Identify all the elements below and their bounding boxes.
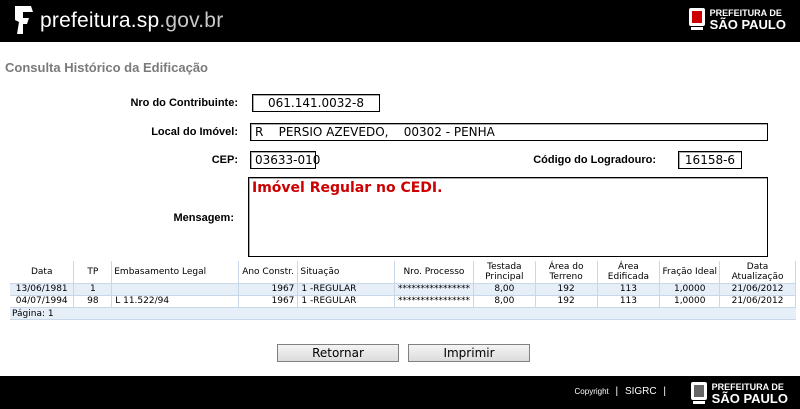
table-row: 04/07/1994 98 L 11.522/94 1967 1 -REGULA…	[10, 295, 796, 308]
col-header-area-terreno: Área do Terreno	[535, 261, 598, 284]
site-name-tld: .gov.br	[159, 9, 224, 32]
prefeitura-hand-logo-icon[interactable]	[11, 4, 37, 39]
mensagem-text: Imóvel Regular no CEDI.	[252, 180, 443, 196]
coat-of-arms-icon	[688, 8, 705, 30]
prefeitura-sp-logo[interactable]: PREFEITURA DE SÃO PAULO	[688, 6, 786, 32]
cell-tp: 98	[73, 295, 113, 308]
cell-area-edificada: 113	[597, 295, 661, 308]
cell-data-atualizacao: 21/06/2012	[719, 295, 796, 308]
cell-testada: 8,00	[473, 283, 536, 296]
imprimir-button[interactable]: Imprimir	[408, 344, 530, 362]
cell-area-terreno: 192	[535, 295, 598, 308]
footer-separator: |	[663, 386, 666, 397]
cell-data: 04/07/1994	[10, 295, 75, 308]
sigrc-link[interactable]: SIGRC	[625, 386, 657, 397]
contribuinte-field[interactable]: 061.141.0032-8	[252, 94, 380, 112]
cell-ano-constr: 1967	[238, 283, 299, 296]
coat-of-arms-icon	[690, 382, 707, 404]
footer-logo-line2: SÃO PAULO	[711, 391, 788, 406]
page-title: Consulta Histórico da Edificação	[5, 60, 208, 75]
local-imovel-label: Local do Imóvel:	[151, 126, 238, 138]
cell-area-edificada: 113	[597, 283, 661, 296]
col-header-nro-processo: Nro. Processo	[394, 261, 474, 284]
cell-fracao-ideal: 1,0000	[659, 283, 721, 296]
cell-data: 13/06/1981	[10, 283, 75, 296]
table-header-row: Data TP Embasamento Legal Ano Constr. Si…	[10, 261, 796, 284]
cep-field[interactable]: 03633-010	[250, 151, 320, 169]
cell-nro-processo: ****************	[394, 283, 474, 296]
table-row: 13/06/1981 1 1967 1 -REGULAR ***********…	[10, 283, 796, 296]
mensagem-label: Mensagem:	[173, 212, 234, 224]
col-header-data: Data	[10, 261, 75, 284]
cell-testada: 8,00	[473, 295, 536, 308]
col-header-tp: TP	[73, 261, 113, 284]
top-header-bar: prefeitura.sp.gov.br PREFEITURA DE SÃO P…	[0, 0, 800, 42]
retornar-button[interactable]: Retornar	[277, 344, 399, 362]
site-name-link[interactable]: prefeitura.sp.gov.br	[40, 9, 223, 33]
col-header-testada: Testada Principal	[473, 261, 536, 284]
cell-embasamento: L 11.522/94	[111, 295, 239, 308]
contribuinte-label: Nro do Contribuinte:	[130, 97, 238, 109]
historico-table: Data TP Embasamento Legal Ano Constr. Si…	[10, 261, 796, 308]
prefeitura-sp-footer-logo[interactable]: PREFEITURA DE SÃO PAULO	[690, 380, 788, 406]
cep-label: CEP:	[211, 154, 238, 166]
col-header-area-edificada: Área Edificada	[597, 261, 661, 284]
col-header-data-atualizacao: Data Atualização	[719, 261, 796, 284]
col-header-embasamento: Embasamento Legal	[111, 261, 239, 284]
pagination-label: Página: 1	[10, 308, 796, 320]
logo-line2: SÃO PAULO	[709, 17, 786, 32]
cell-tp: 1	[73, 283, 113, 296]
cell-situacao: 1 -REGULAR	[297, 283, 395, 296]
footer-separator: |	[615, 386, 619, 397]
cell-data-atualizacao: 21/06/2012	[719, 283, 796, 296]
site-name-main: prefeitura.sp	[40, 9, 160, 32]
cell-embasamento	[111, 283, 239, 296]
cell-area-terreno: 192	[535, 283, 598, 296]
col-header-situacao: Situação	[297, 261, 395, 284]
cell-nro-processo: ****************	[394, 295, 474, 308]
copyright-link[interactable]: Copyright	[575, 387, 609, 396]
cell-situacao: 1 -REGULAR	[297, 295, 395, 308]
cell-fracao-ideal: 1,0000	[659, 295, 721, 308]
col-header-ano-constr: Ano Constr.	[238, 261, 299, 284]
footer-bar: Copyright | SIGRC | PREFEITURA DE SÃO PA…	[0, 376, 800, 409]
codigo-logradouro-label: Código do Logradouro:	[533, 154, 656, 166]
col-header-fracao-ideal: Fração Ideal	[659, 261, 721, 284]
cell-ano-constr: 1967	[238, 295, 299, 308]
mensagem-field[interactable]: Imóvel Regular no CEDI.	[248, 177, 768, 257]
local-imovel-field[interactable]: R PERSIO AZEVEDO, 00302 - PENHA	[250, 123, 768, 141]
codigo-logradouro-field[interactable]: 16158-6	[678, 151, 742, 169]
